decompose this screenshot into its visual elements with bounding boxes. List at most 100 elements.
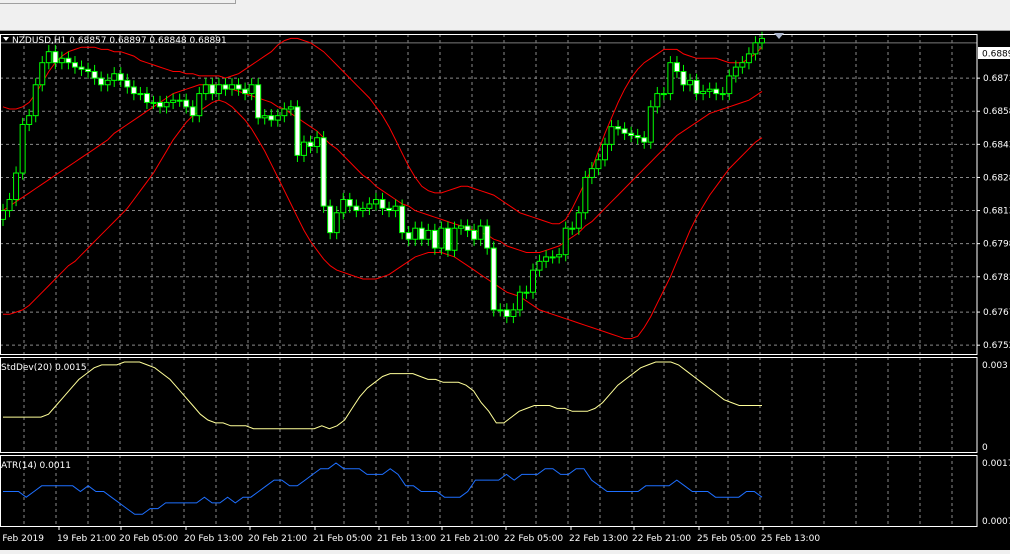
candle: [281, 102, 288, 123]
candle: [582, 170, 589, 220]
candle: [680, 64, 687, 92]
panel-frame: [0, 357, 978, 453]
candle: [562, 221, 569, 262]
time-tick-label: 22 Feb 21:00: [632, 534, 691, 544]
panel-frame: [0, 455, 978, 527]
symbol-header: NZDUSD,H1 0.68857 0.68897 0.68848 0.6889…: [12, 36, 227, 46]
candle: [229, 78, 236, 96]
candle: [104, 73, 111, 92]
candle: [65, 51, 72, 70]
candle: [346, 192, 353, 213]
candle: [641, 131, 648, 149]
candle: [143, 86, 150, 110]
candle: [340, 192, 347, 220]
candle: [399, 199, 406, 240]
atr-line: [3, 462, 763, 515]
price-tick-label: 0.6752: [983, 341, 1010, 351]
candle: [386, 201, 393, 218]
candle: [268, 109, 275, 127]
candle: [255, 78, 262, 125]
candle: [745, 47, 752, 70]
candle: [287, 100, 294, 116]
candle: [543, 250, 550, 268]
price-tick-label: 0.6828: [983, 173, 1010, 183]
time-tick-label: 20 Feb 21:00: [248, 534, 307, 544]
candle: [425, 223, 432, 246]
candle: [85, 62, 92, 79]
candle: [124, 73, 131, 94]
candle: [660, 86, 667, 101]
stddev-axis-top: 0.003: [982, 361, 1008, 371]
candle: [713, 82, 720, 101]
atr-axis-bottom: 0.0007: [982, 517, 1010, 527]
time-tick-label: 25 Feb 13:00: [761, 534, 820, 544]
candle: [700, 84, 707, 101]
candle: [431, 223, 438, 255]
candle: [117, 67, 124, 87]
time-tick-label: 22 Feb 05:00: [504, 534, 563, 544]
candle: [628, 126, 635, 143]
candle: [418, 221, 425, 246]
candle: [510, 303, 517, 324]
candle: [490, 241, 497, 317]
time-tick-label: 20 Feb 13:00: [184, 534, 243, 544]
tab-edge: [0, 0, 236, 4]
candle: [634, 128, 641, 145]
candle: [366, 197, 373, 215]
price-axis: 0.6873 0.6858 0.6843 0.6828 0.6813 0.6798 0.67…: [977, 74, 1010, 351]
candle: [497, 303, 504, 317]
candle: [752, 36, 759, 61]
price-tick-label: 0.6843: [983, 140, 1010, 150]
panel-frame: [0, 34, 978, 355]
chart-canvas[interactable]: 0.6873 0.6858 0.6843 0.6828 0.6813 0.6798 0.67…: [0, 31, 1010, 550]
chart-window[interactable]: 0.6873 0.6858 0.6843 0.6828 0.6813 0.6798 0.67…: [0, 31, 1010, 550]
candle: [327, 199, 334, 240]
candle: [379, 192, 386, 215]
stddev-header: StdDev(20) 0.0015: [1, 363, 87, 373]
price-tick-label: 0.6858: [983, 107, 1010, 117]
candle: [300, 135, 307, 162]
time-tick-label: 25 Feb 05:00: [697, 534, 756, 544]
stddev-series-line: [3, 361, 762, 430]
candle: [58, 51, 65, 70]
candle: [444, 221, 451, 257]
candle: [71, 56, 78, 74]
candle: [458, 219, 465, 235]
candle: [392, 199, 399, 218]
candle: [615, 120, 622, 136]
main-chart-header: NZDUSD,H1 0.68857 0.68897 0.68848 0.6889…: [3, 36, 227, 46]
price-tick-label: 0.6783: [983, 273, 1010, 283]
candle: [405, 226, 412, 246]
candle: [45, 45, 52, 70]
candle: [314, 131, 321, 154]
candle: [601, 137, 608, 167]
candle: [320, 131, 327, 213]
candle: [464, 219, 471, 238]
chart-shift-marker-icon[interactable]: [774, 33, 784, 39]
candle: [32, 78, 39, 123]
time-tick-label: 19 Feb 2019: [0, 534, 44, 544]
candle: [687, 73, 694, 92]
stddev-line: [3, 361, 762, 430]
collapse-arrow-icon[interactable]: [3, 37, 9, 41]
candle: [333, 206, 340, 240]
time-axis: 19 Feb 2019 19 Feb 21:0020 Feb 05:00 20 Fe…: [0, 526, 820, 544]
price-tick-label: 0.6873: [983, 74, 1010, 84]
candle: [170, 93, 177, 110]
time-tick-label: 21 Feb 21:00: [440, 534, 499, 544]
candle: [523, 285, 530, 299]
time-tick-label: 19 Feb 21:00: [57, 534, 116, 544]
time-tick-label: 21 Feb 05:00: [313, 534, 372, 544]
candle: [536, 254, 543, 277]
title-bar: [0, 0, 1010, 31]
candle: [78, 60, 85, 76]
price-tick-label: 0.6813: [983, 207, 1010, 217]
candle: [98, 71, 105, 92]
candle: [26, 109, 33, 132]
candle: [372, 192, 379, 211]
time-tick-label: 21 Feb 13:00: [377, 534, 436, 544]
candle: [235, 78, 242, 96]
candle: [130, 80, 137, 101]
candle: [647, 100, 654, 149]
candle: [412, 221, 419, 246]
